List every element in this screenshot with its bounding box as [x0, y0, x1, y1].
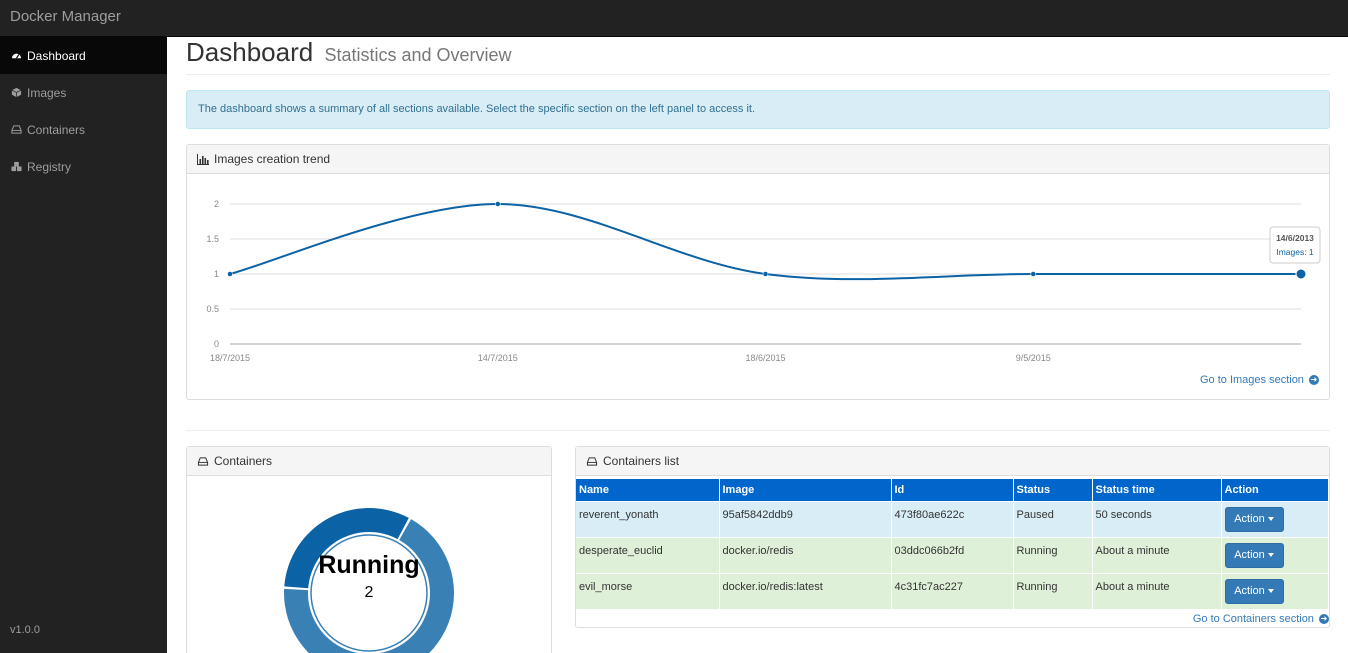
cube-icon: [10, 87, 22, 99]
x-tick-label: 9/5/2015: [1016, 353, 1051, 363]
panel-title: Containers: [214, 454, 273, 468]
go-to-images-link[interactable]: Go to Images section ➜: [1200, 374, 1319, 386]
panel-title: Containers list: [603, 454, 680, 468]
caret-down-icon: [1267, 552, 1274, 557]
top-navbar: Docker Manager: [0, 0, 1348, 37]
cell-name: reverent_yonath: [576, 500, 720, 537]
donut-status-value: 2: [364, 584, 374, 601]
caret-down-icon: [1267, 588, 1274, 593]
containers-panel: Containers Running 2: [186, 446, 552, 653]
table-row: desperate_euclid docker.io/redis 03ddc06…: [576, 536, 1329, 573]
cell-id: 03ddc066b2fd: [891, 536, 1014, 573]
chart-tooltip-value: Images: 1: [1276, 247, 1314, 257]
cubes-icon: [10, 161, 22, 173]
go-to-containers-link-text: Go to Containers section: [1192, 613, 1314, 625]
containers-list-panel: Containers list Name Image Id Status Sta…: [575, 446, 1330, 628]
page-title: Dashboard Statistics and Overview: [186, 37, 512, 68]
cell-status-time: 50 seconds: [1092, 500, 1222, 537]
action-button-label: Action: [1234, 512, 1265, 525]
panel-heading: Containers list: [576, 447, 1329, 476]
action-dropdown-button[interactable]: Action: [1224, 506, 1284, 532]
y-tick-label: 1.5: [206, 234, 219, 244]
y-tick-label: 0.5: [206, 304, 219, 314]
cell-name: desperate_euclid: [576, 536, 720, 573]
arrow-circle-right-icon: ➜: [1319, 614, 1329, 625]
cell-status-time: About a minute: [1092, 572, 1222, 609]
page-subtitle: Statistics and Overview: [324, 45, 512, 65]
action-button-label: Action: [1234, 548, 1265, 561]
sidebar-item-dashboard[interactable]: Dashboard: [0, 37, 167, 74]
column-header-image[interactable]: Image: [719, 479, 892, 501]
y-tick-label: 0: [214, 339, 219, 349]
cell-status: Running: [1013, 536, 1093, 573]
go-to-images-link-text: Go to Images section: [1199, 374, 1304, 386]
cell-action: Action: [1221, 500, 1329, 537]
cell-name: evil_morse: [576, 572, 720, 609]
info-alert: The dashboard shows a summary of all sec…: [186, 90, 1330, 129]
caret-down-icon: [1267, 516, 1274, 521]
app-brand[interactable]: Docker Manager: [10, 8, 121, 25]
chart-tooltip-date: 14/6/2013: [1276, 233, 1314, 243]
info-alert-text: The dashboard shows a summary of all sec…: [198, 103, 756, 115]
go-to-containers-link[interactable]: Go to Containers section ➜: [1193, 613, 1329, 625]
action-dropdown-button[interactable]: Action: [1224, 542, 1284, 568]
images-trend-chart: 0 0.5 1 1.5 2 18/7/2015 14/7/2015 18/6/2015 9/5/…: [206, 199, 1321, 363]
cell-id: 473f80ae622c: [891, 500, 1014, 537]
sidebar-item-images[interactable]: Images: [0, 74, 167, 111]
cell-status: Running: [1013, 572, 1093, 609]
cell-status: Paused: [1013, 500, 1093, 537]
cell-action: Action: [1221, 536, 1329, 573]
section-divider: [186, 430, 1330, 431]
y-tick-label: 2: [214, 199, 219, 209]
sidebar: Dashboard Images Containers Registry v1.…: [0, 37, 167, 653]
cell-image: docker.io/redis:latest: [719, 572, 892, 609]
panel-heading: Images creation trend: [187, 145, 1329, 174]
images-trend-panel: Images creation trend 0 0.5 1 1.5 2 18/7/2015…: [186, 144, 1330, 400]
cell-image: docker.io/redis: [719, 536, 892, 573]
sidebar-item-label: Dashboard: [27, 48, 86, 63]
table-header-row: Name Image Id Status Status time Action: [576, 479, 1329, 501]
x-tick-label: 18/6/2015: [745, 353, 785, 363]
sidebar-item-label: Registry: [27, 159, 72, 174]
sidebar-item-label: Containers: [27, 122, 86, 137]
data-point: [227, 271, 233, 277]
column-header-action[interactable]: Action: [1221, 479, 1329, 501]
table-row: reverent_yonath 95af5842ddb9 473f80ae622…: [576, 500, 1329, 537]
series-line-images: [229, 202, 1301, 281]
x-tick-label: 14/7/2015: [478, 353, 518, 363]
bar-chart-icon: [197, 153, 210, 165]
data-point: [495, 201, 501, 207]
arrow-circle-right-icon: ➜: [1309, 375, 1319, 386]
hdd-icon: [586, 455, 599, 467]
cell-action: Action: [1221, 572, 1329, 609]
action-button-label: Action: [1234, 584, 1265, 597]
column-header-id[interactable]: Id: [891, 479, 1014, 501]
sidebar-item-containers[interactable]: Containers: [0, 111, 167, 148]
page-title-text: Dashboard: [186, 37, 314, 67]
hdd-icon: [197, 455, 210, 467]
app-version: v1.0.0: [10, 624, 40, 636]
cell-status-time: About a minute: [1092, 536, 1222, 573]
data-point: [762, 271, 769, 277]
data-point: [1295, 268, 1307, 280]
cell-id: 4c31fc7ac227: [891, 572, 1014, 609]
column-header-status-time[interactable]: Status time: [1092, 479, 1222, 501]
x-tick-label: 18/7/2015: [210, 353, 250, 363]
y-tick-label: 1: [214, 269, 219, 279]
column-header-name[interactable]: Name: [576, 479, 720, 501]
column-header-status[interactable]: Status: [1013, 479, 1093, 501]
hdd-icon: [10, 124, 22, 136]
action-dropdown-button[interactable]: Action: [1224, 578, 1284, 604]
donut-status-label: Running: [318, 551, 420, 579]
containers-table: Name Image Id Status Status time Action …: [576, 479, 1329, 609]
data-point: [1030, 271, 1036, 277]
panel-heading: Containers: [187, 447, 551, 476]
panel-title: Images creation trend: [214, 152, 331, 166]
sidebar-item-registry[interactable]: Registry: [0, 148, 167, 185]
table-row: evil_morse docker.io/redis:latest 4c31fc…: [576, 572, 1329, 609]
sidebar-item-label: Images: [27, 85, 67, 100]
cell-image: 95af5842ddb9: [719, 500, 892, 537]
dashboard-icon: [10, 50, 22, 62]
page-header: Dashboard Statistics and Overview: [186, 37, 1330, 75]
